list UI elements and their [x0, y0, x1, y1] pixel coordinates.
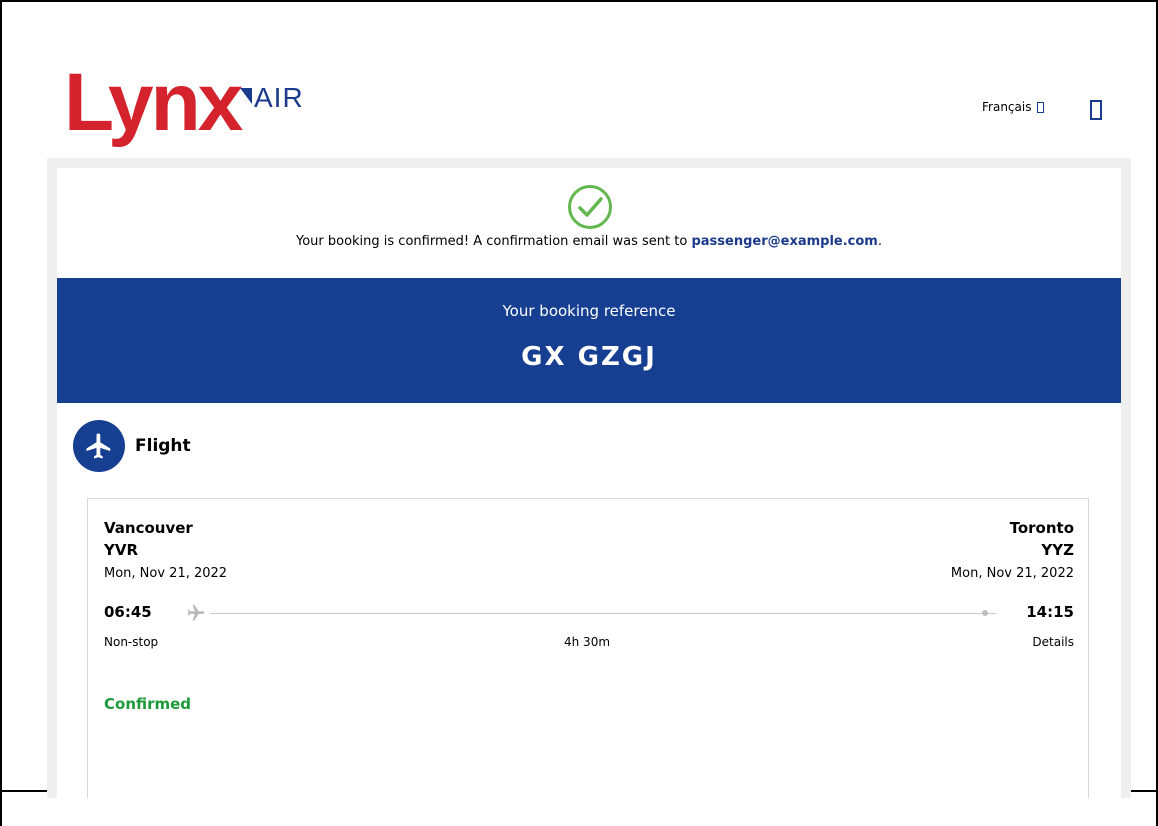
flight-status: Confirmed [104, 695, 192, 713]
check-circle-icon [568, 185, 612, 229]
flight-duration: 4h 30m [564, 635, 611, 649]
language-label: Français [982, 100, 1032, 114]
route-end-dot [982, 610, 988, 616]
booking-reference-banner: Your booking reference GX GZGJ [57, 278, 1121, 403]
logo-suffix: AIR [240, 82, 304, 113]
confirmation-text: Your booking is confirmed! A confirmatio… [295, 234, 688, 249]
flight-card: Vancouver YVR Mon, Nov 21, 2022 Toronto … [87, 498, 1089, 798]
logo-wordmark: Lynx [64, 57, 243, 148]
arrival-city: Toronto [1009, 519, 1074, 537]
success-area: Your booking is confirmed! A confirmatio… [57, 168, 1121, 278]
flight-section-header: Flight [73, 420, 191, 472]
language-icon [1037, 101, 1045, 113]
arrival-info: Toronto YYZ Mon, Nov 21, 2022 [951, 517, 1074, 587]
language-switch[interactable]: Français [982, 100, 1045, 114]
departure-date: Mon, Nov 21, 2022 [104, 566, 228, 581]
flight-section-title: Flight [135, 436, 191, 456]
booking-reference-code: GX GZGJ [521, 342, 657, 372]
departure-time: 06:45 [104, 603, 152, 621]
plane-badge [73, 420, 125, 472]
stops-label: Non-stop [104, 635, 159, 649]
confirmation-suffix: . [877, 234, 882, 249]
flight-route: 06:45 14:15 [104, 603, 1074, 625]
panel-content: Your booking is confirmed! A confirmatio… [57, 168, 1121, 798]
booking-reference-label: Your booking reference [502, 302, 676, 320]
departure-info: Vancouver YVR Mon, Nov 21, 2022 [104, 517, 227, 587]
airplane-icon [86, 433, 111, 459]
confirmation-message: Your booking is confirmed! A confirmatio… [57, 234, 1121, 249]
departure-code: YVR [104, 541, 139, 559]
confirmation-email: passenger@example.com [691, 234, 878, 249]
arrival-time: 14:15 [1026, 603, 1074, 621]
menu-button[interactable] [1090, 100, 1102, 120]
arrival-date: Mon, Nov 21, 2022 [950, 566, 1074, 581]
route-plane-icon [187, 604, 205, 621]
details-link[interactable]: Details [1032, 635, 1074, 649]
route-line [210, 613, 996, 614]
departure-city: Vancouver [104, 519, 193, 537]
booking-confirmation-panel: Your booking is confirmed! A confirmatio… [47, 158, 1131, 798]
arrival-code: YYZ [1041, 541, 1074, 559]
lynx-air-logo[interactable]: Lynx AIR [64, 62, 324, 154]
